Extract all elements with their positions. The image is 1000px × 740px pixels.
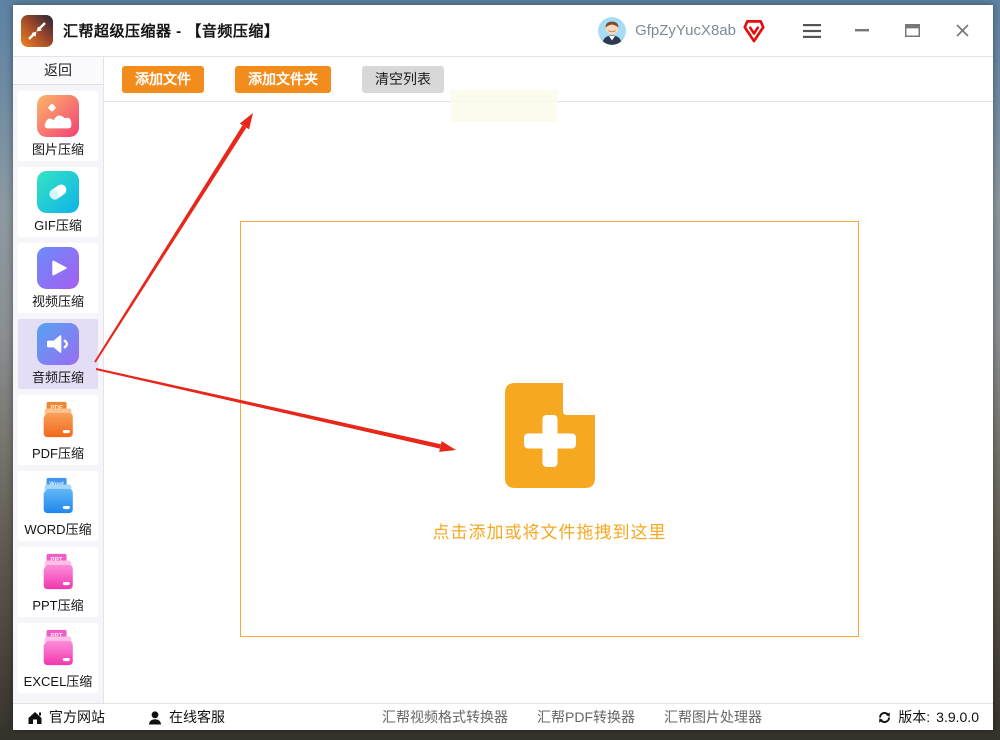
video-compress-icon [37,246,79,289]
footer-bar: 官方网站 在线客服 汇帮视频格式转换器 汇帮PDF转换器 汇帮图片处理器 版本:… [13,703,993,730]
sidebar-item-label: 视频压缩 [31,293,84,309]
sidebar-item-word-compress[interactable]: Word WORD压缩 [18,471,98,541]
sidebar-item-label: PPT压缩 [32,597,84,613]
official-site-label: 官方网站 [49,709,105,725]
title-bar: 汇帮超级压缩器 - 【音频压缩】 GfpZyYucX8ab [13,5,993,57]
minimize-icon [855,29,869,32]
version-label: 版本: [898,709,931,725]
excel-folder-icon: PPT [43,629,73,665]
gif-compress-icon [37,170,79,213]
online-support-link[interactable]: 在线客服 [147,707,225,727]
version-number: 3.9.0.0 [936,709,979,725]
sidebar-item-video-compress[interactable]: 视频压缩 [18,243,98,313]
app-window: 汇帮超级压缩器 - 【音频压缩】 GfpZyYucX8ab 返回 图片压缩 GI… [13,5,993,730]
add-file-button[interactable]: 添加文件 [122,65,204,93]
close-button[interactable] [937,12,987,50]
footer-product-links: 汇帮视频格式转换器 汇帮PDF转换器 汇帮图片处理器 [382,707,762,727]
sidebar-items: 图片压缩 GIF压缩 视频压缩 音频压缩 PDF PDF压缩 Word WORD… [13,85,103,703]
sidebar-item-label: PDF压缩 [31,445,84,461]
sidebar-item-label: 图片压缩 [31,141,84,157]
sidebar-item-label: EXCEL压缩 [23,673,93,689]
sidebar-item-ppt-compress[interactable]: PPT PPT压缩 [18,547,98,617]
close-icon [955,24,969,37]
audio-compress-icon [37,322,79,365]
home-icon [28,711,42,724]
file-list-area: 点击添加或将文件拖拽到这里 [104,102,993,703]
dropzone[interactable]: 点击添加或将文件拖拽到这里 [240,221,859,637]
pdf-folder-icon: PDF [43,401,73,437]
word-folder-icon: Word [43,477,73,513]
image-compress-icon [37,94,79,137]
refresh-icon[interactable] [877,710,892,725]
dropzone-hint: 点击添加或将文件拖拽到这里 [432,523,667,542]
maximize-button[interactable] [887,12,937,50]
minimize-button[interactable] [837,12,887,50]
window-title: 汇帮超级压缩器 - 【音频压缩】 [63,23,280,40]
app-logo-icon [21,14,53,47]
support-person-icon [148,710,162,724]
sidebar-item-label: GIF压缩 [34,217,82,233]
sidebar-item-image-compress[interactable]: 图片压缩 [18,91,98,161]
document-plus-icon [504,383,595,488]
sidebar-item-audio-compress[interactable]: 音频压缩 [18,319,98,389]
menu-button[interactable] [787,12,837,50]
menu-icon [803,23,821,38]
sidebar-item-label: WORD压缩 [24,521,92,537]
maximize-icon [904,24,920,37]
faded-tooltip [450,90,558,122]
official-site-link[interactable]: 官方网站 [27,707,105,727]
sidebar-item-excel-compress[interactable]: PPT EXCEL压缩 [18,623,98,693]
pdf-converter-link[interactable]: 汇帮PDF转换器 [537,707,635,727]
main-panel: 添加文件 添加文件夹 清空列表 点击添加或将文件拖拽到这里 [104,57,993,703]
sidebar-item-pdf-compress[interactable]: PDF PDF压缩 [18,395,98,465]
add-folder-button[interactable]: 添加文件夹 [235,65,331,93]
window-controls [787,12,987,50]
back-button[interactable]: 返回 [13,57,103,85]
sidebar-item-gif-compress[interactable]: GIF压缩 [18,167,98,237]
version-info: 版本: 3.9.0.0 [877,707,979,727]
user-avatar [598,16,627,45]
ppt-folder-icon: PPT [43,553,73,589]
image-processor-link[interactable]: 汇帮图片处理器 [664,707,762,727]
user-account[interactable]: GfpZyYucX8ab [598,16,765,45]
video-converter-link[interactable]: 汇帮视频格式转换器 [382,707,508,727]
clear-list-button[interactable]: 清空列表 [362,65,444,93]
vip-diamond-icon [743,19,765,42]
sidebar-item-label: 音频压缩 [31,369,84,385]
online-support-label: 在线客服 [169,709,225,725]
sidebar: 返回 图片压缩 GIF压缩 视频压缩 音频压缩 PDF PDF压缩 Word W… [13,57,104,703]
username-text: GfpZyYucX8ab [635,22,736,39]
